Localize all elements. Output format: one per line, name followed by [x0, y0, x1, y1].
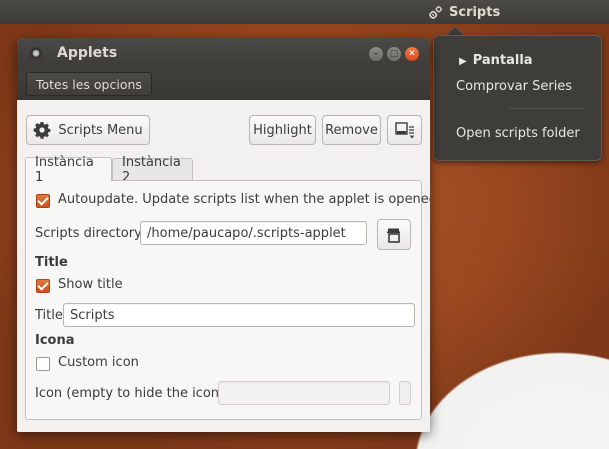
window-titlebar[interactable]: Applets – □ ✕: [17, 38, 430, 70]
gears-icon: [429, 5, 443, 19]
submenu-arrow-icon: ▶: [459, 56, 467, 67]
tab-instancia-2[interactable]: Instància 2: [112, 155, 193, 185]
menu-item-open-scripts-folder[interactable]: Open scripts folder: [456, 126, 580, 141]
gear-icon: [33, 122, 51, 139]
minimize-button[interactable]: –: [369, 47, 383, 61]
close-button[interactable]: ✕: [405, 47, 419, 61]
title-field-label: Title: [35, 308, 63, 323]
top-panel: Scripts: [0, 0, 609, 24]
show-title-label: Show title: [58, 277, 123, 292]
applets-window: Applets – □ ✕ Totes les opcions Scripts …: [17, 38, 430, 432]
scripts-indicator[interactable]: Scripts: [428, 0, 500, 24]
menu-separator: [509, 108, 584, 109]
icon-field-label: Icon (empty to hide the icon): [35, 386, 225, 401]
menu-item-pantalla[interactable]: ▶ Pantalla: [459, 53, 533, 68]
scripts-menu-button[interactable]: Scripts Menu: [26, 115, 150, 145]
title-section-heading: Title: [35, 255, 68, 270]
highlight-button[interactable]: Highlight: [249, 115, 316, 145]
choose-directory-button[interactable]: [377, 219, 411, 250]
show-title-checkbox[interactable]: [36, 279, 50, 293]
window-content: Scripts Menu Highlight Remove Instància …: [17, 100, 430, 432]
tab-instancia-1[interactable]: Instància 1: [25, 155, 112, 185]
all-options-button[interactable]: Totes les opcions: [26, 72, 152, 96]
custom-icon-checkbox[interactable]: [36, 357, 50, 371]
applet-config-icon: [394, 122, 414, 139]
remove-button[interactable]: Remove: [322, 115, 381, 145]
app-icon: [29, 47, 43, 61]
folder-browse-icon: [387, 228, 400, 243]
title-field[interactable]: Scripts: [63, 303, 415, 327]
autoupdate-label: Autoupdate. Update scripts list when the…: [58, 192, 430, 207]
scripts-dropdown-menu: ▶ Pantalla Comprovar Series Open scripts …: [433, 35, 602, 161]
indicator-label: Scripts: [449, 4, 501, 20]
window-title: Applets: [57, 45, 118, 61]
scripts-directory-label: Scripts directory: [35, 226, 142, 241]
autoupdate-checkbox[interactable]: [36, 194, 50, 208]
window-toolbar: Totes les opcions: [17, 70, 430, 100]
applet-config-button[interactable]: [387, 115, 422, 145]
icon-chooser-button: [399, 381, 411, 405]
custom-icon-label: Custom icon: [58, 355, 139, 370]
menu-item-comprovar-series[interactable]: Comprovar Series: [456, 79, 572, 94]
icon-field: [218, 381, 390, 405]
maximize-button[interactable]: □: [387, 47, 401, 61]
menu-item-label: Pantalla: [472, 53, 533, 68]
scripts-directory-field[interactable]: /home/paucapo/.scripts-applet: [140, 221, 367, 245]
icon-section-heading: Icona: [35, 333, 75, 348]
scripts-menu-label: Scripts Menu: [58, 122, 143, 138]
settings-panel: Autoupdate. Update scripts list when the…: [25, 180, 430, 420]
